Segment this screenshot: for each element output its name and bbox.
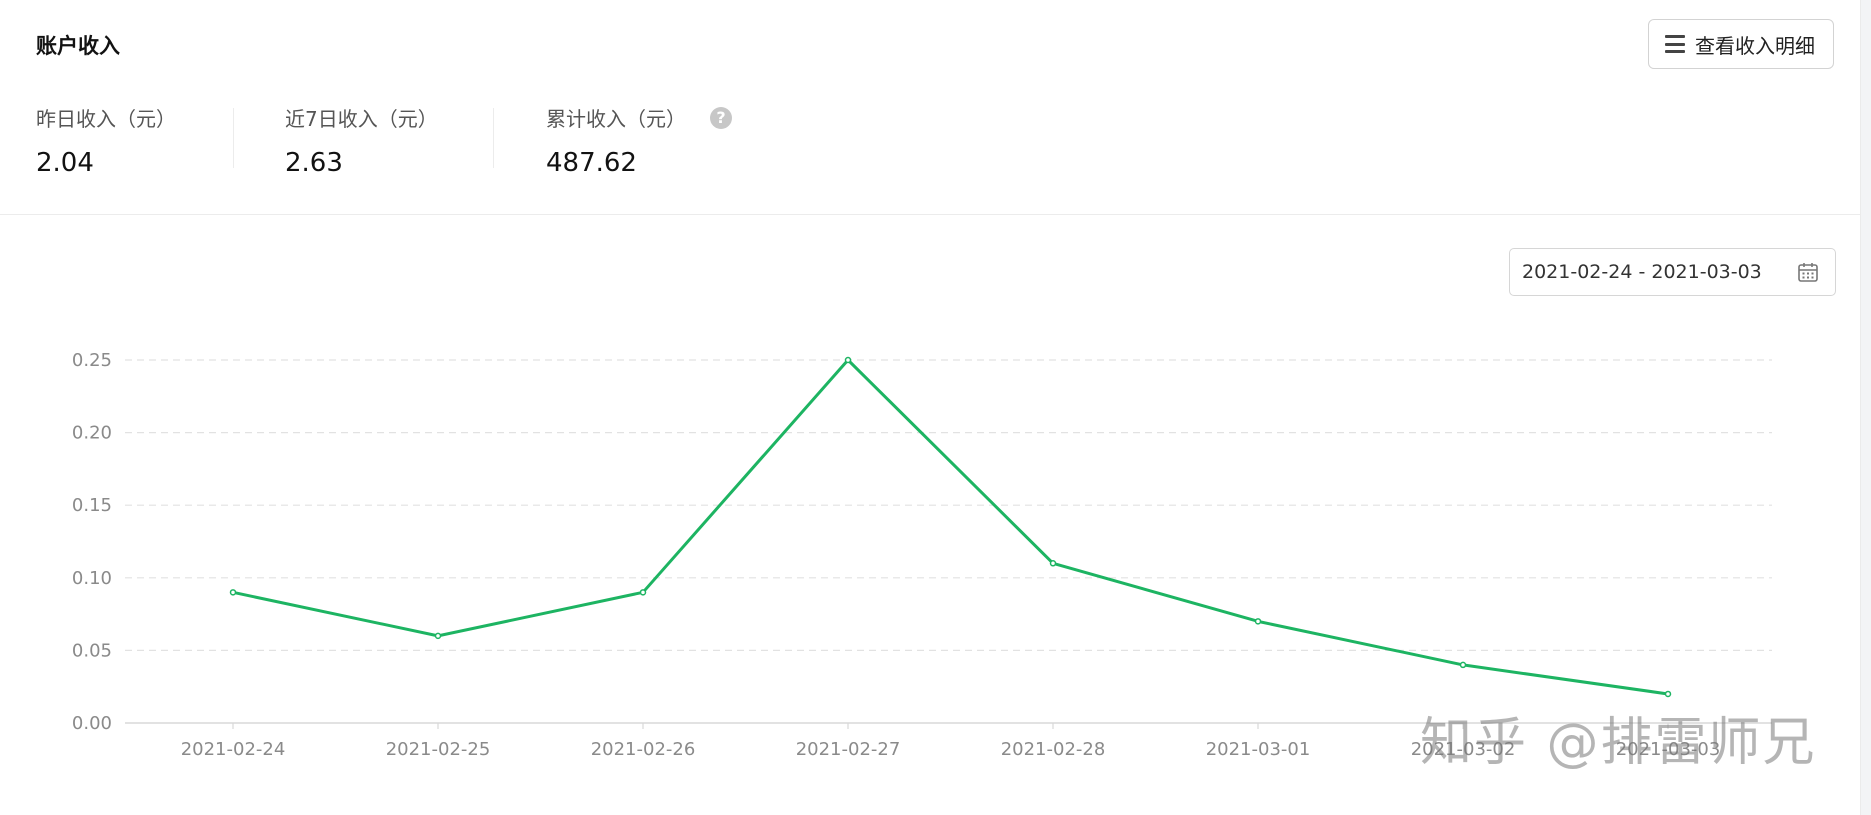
y-tick-label: 0.15 (72, 495, 112, 516)
watermark: 知乎 @排雷师兄 (1420, 713, 1817, 773)
stat-7days-value: 2.63 (285, 148, 343, 178)
date-range-text: 2021-02-24 - 2021-03-03 (1522, 261, 1762, 283)
data-point (639, 589, 647, 596)
data-point (1049, 560, 1057, 567)
stat-total-value: 487.62 (546, 148, 637, 178)
stat-total: 累计收入（元） ? 487.62 (546, 103, 732, 178)
section-title: 账户收入 (36, 34, 120, 58)
stat-7days: 近7日收入（元） 2.63 (285, 103, 438, 178)
x-tick-label: 2021-02-28 (1001, 739, 1106, 760)
stat-yesterday: 昨日收入（元） 2.04 (36, 103, 176, 178)
x-tick-label: 2021-03-01 (1206, 739, 1311, 760)
x-tick-label: 2021-02-26 (591, 739, 696, 760)
calendar-icon (1798, 263, 1818, 282)
series-line (232, 358, 1669, 696)
income-card: 账户收入 查看收入明细 昨日收入（元） 2.04 近7日收入（元） 2.63 累… (0, 0, 1861, 815)
section-divider (0, 214, 1860, 215)
stat-7days-label: 近7日收入（元） (285, 107, 438, 131)
stat-divider (233, 108, 234, 168)
data-point (844, 356, 852, 364)
x-tick-label: 2021-02-27 (796, 739, 901, 760)
data-point (1459, 661, 1467, 669)
stat-total-label-row: 累计收入（元） ? (546, 103, 732, 132)
data-point (1664, 690, 1672, 698)
y-tick-label: 0.20 (72, 423, 112, 444)
stat-total-label: 累计收入（元） (546, 107, 686, 131)
data-point (229, 589, 237, 596)
data-point (434, 632, 442, 640)
view-income-detail-button[interactable]: 查看收入明细 (1648, 19, 1834, 69)
menu-icon (1665, 35, 1685, 53)
stat-yesterday-label: 昨日收入（元） (36, 107, 176, 131)
y-tick-label: 0.10 (72, 568, 112, 589)
stat-yesterday-value: 2.04 (36, 148, 94, 178)
x-tick-label: 2021-02-24 (181, 739, 286, 760)
y-tick-label: 0.25 (72, 350, 112, 371)
x-tick-label: 2021-02-25 (386, 739, 491, 760)
question-circle-icon[interactable]: ? (710, 106, 732, 129)
y-tick-label: 0.00 (72, 713, 112, 734)
stat-divider (493, 108, 494, 168)
y-tick-label: 0.05 (72, 640, 112, 661)
date-range-picker[interactable]: 2021-02-24 - 2021-03-03 (1509, 248, 1836, 296)
data-point (1254, 618, 1262, 625)
view-income-detail-label: 查看收入明细 (1695, 33, 1815, 58)
